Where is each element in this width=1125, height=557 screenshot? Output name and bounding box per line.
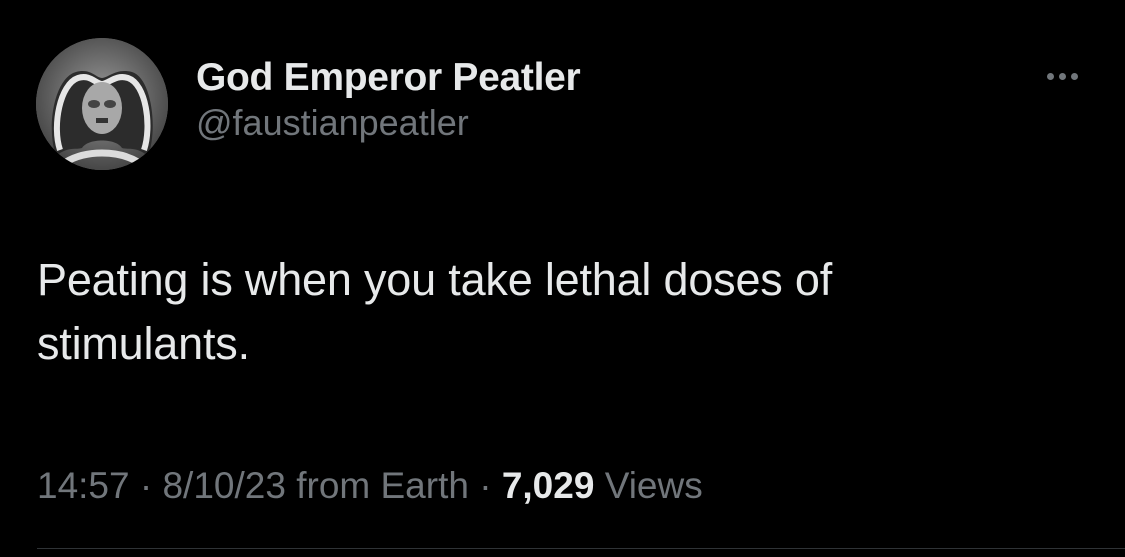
tweet-time[interactable]: 14:57 xyxy=(37,465,130,506)
author-handle[interactable]: @faustianpeatler xyxy=(196,101,580,145)
ellipsis-horizontal-icon[interactable] xyxy=(1036,62,1088,90)
tweet-metadata: 14:57 · 8/10/23 from Earth · 7,029 Views xyxy=(37,462,703,510)
tweet-source: from Earth xyxy=(296,465,469,506)
tweet-text: Peating is when you take lethal doses of… xyxy=(37,254,833,369)
views-count[interactable]: 7,029 xyxy=(502,465,595,506)
profile-avatar-icon[interactable] xyxy=(36,38,168,170)
meta-separator: · xyxy=(479,465,492,506)
more-dot xyxy=(1046,72,1054,80)
divider xyxy=(37,548,1125,549)
views-label[interactable]: Views xyxy=(605,465,703,506)
tweet-date[interactable]: 8/10/23 xyxy=(162,465,285,506)
more-dot xyxy=(1058,72,1066,80)
more-dot xyxy=(1070,72,1078,80)
author-block: God Emperor Peatler @faustianpeatler xyxy=(196,55,581,145)
author-display-name[interactable]: God Emperor Peatler xyxy=(196,55,581,101)
meta-separator: · xyxy=(139,465,153,506)
tweet: God Emperor Peatler @faustianpeatler Pea… xyxy=(0,0,1125,557)
